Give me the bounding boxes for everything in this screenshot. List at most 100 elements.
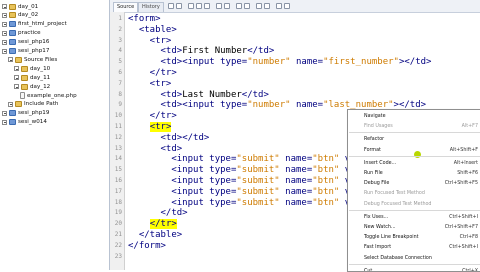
forward-icon[interactable] [176, 3, 182, 9]
code-line: </table> [128, 230, 183, 240]
tree-item[interactable]: sesi_w014 [2, 118, 47, 127]
projects-panel: day_01 day_02 first_html_project practice se… [0, 0, 110, 270]
code-line: <tr> [128, 78, 172, 89]
tree-item[interactable]: example_one.php [20, 91, 77, 100]
tree-item-label: sesi_php19 [18, 110, 50, 117]
menu-item-label: Find Usages [364, 124, 393, 130]
line-number: 19 [114, 209, 122, 217]
context-menu: Navigate Find Usages Alt+F7 Refactor Format A… [347, 109, 480, 272]
expand-toggle-icon[interactable] [2, 30, 7, 36]
expand-toggle-icon[interactable] [2, 110, 7, 116]
line-number: 20 [114, 220, 122, 228]
menu-item-label: Debug Focused Test Method [364, 201, 432, 207]
expand-toggle-icon[interactable] [2, 39, 7, 45]
search-icon[interactable] [188, 3, 194, 9]
expand-toggle-icon[interactable] [2, 48, 7, 54]
tree-item-label: sesi_php17 [18, 48, 50, 54]
line-number: 13 [114, 144, 122, 152]
code-line: </tr> [128, 68, 177, 78]
folder-icon [9, 3, 16, 10]
menu-item[interactable]: Cut Ctrl+X [348, 266, 480, 272]
menu-item[interactable]: Select Database Connection [348, 253, 480, 264]
tree-item-label: example_one.php [27, 92, 77, 99]
menu-item: Debug Focused Test Method [348, 199, 480, 210]
back-icon[interactable] [168, 3, 174, 9]
tree-item[interactable]: day_10 [14, 64, 50, 73]
expand-toggle-icon[interactable] [14, 75, 19, 81]
tree-item[interactable]: first_html_project [2, 20, 67, 29]
tree-item-label: day_02 [18, 12, 39, 19]
project-icon [9, 21, 16, 28]
code-line: <tr> [128, 35, 172, 46]
expand-toggle-icon[interactable] [2, 119, 7, 125]
stop-macro-icon[interactable] [284, 3, 290, 9]
menu-item-shortcut: Alt+Shift+F [449, 147, 478, 153]
folder-icon [21, 65, 28, 72]
code-line: <td> [128, 143, 183, 154]
tree-item[interactable]: sesi_php16 [2, 38, 49, 47]
tree-item[interactable]: day_11 [14, 73, 50, 82]
code-line: </form> [128, 240, 166, 251]
tree-item[interactable]: Source Files [8, 55, 57, 64]
tree-item[interactable]: Include Path [8, 100, 58, 109]
expand-toggle-icon[interactable] [2, 21, 7, 27]
menu-separator [349, 209, 480, 211]
tree-item-label: day_11 [30, 74, 51, 81]
comment-icon[interactable] [256, 3, 262, 9]
editor-toolbar: Source History [110, 0, 480, 13]
line-number: 15 [114, 166, 122, 174]
line-number: 9 [118, 101, 122, 109]
tab-source[interactable]: Source [113, 2, 139, 12]
expand-toggle-icon[interactable] [14, 66, 19, 72]
line-number: 4 [118, 47, 122, 55]
tab-history[interactable]: History [138, 2, 164, 12]
tree-item-label: day_10 [30, 65, 51, 72]
tree-item[interactable]: day_12 [14, 82, 50, 91]
code-line: </tr> [128, 111, 177, 122]
code-line: </td> [128, 208, 188, 219]
tree-item[interactable]: day_01 [2, 2, 38, 11]
expand-toggle-icon[interactable] [8, 101, 13, 107]
code-line: <td>Last Number</td> [128, 89, 269, 100]
menu-item-label: Cut [364, 268, 373, 272]
find-previous-icon[interactable] [196, 3, 202, 9]
toggle-highlight-icon[interactable] [216, 3, 222, 9]
code-line: </tr> [149, 219, 177, 230]
record-macro-icon[interactable] [276, 3, 282, 9]
folder-icon [15, 101, 22, 108]
line-number: 21 [114, 231, 122, 238]
uncomment-icon[interactable] [264, 3, 270, 9]
tree-item-label: sesi_w014 [18, 119, 47, 126]
expand-toggle-icon[interactable] [2, 4, 7, 9]
expand-toggle-icon[interactable] [8, 57, 13, 63]
expand-toggle-icon[interactable] [2, 12, 7, 18]
menu-item: Find Usages Alt+F7 [348, 121, 480, 132]
line-number: 18 [114, 198, 122, 206]
menu-separator [349, 155, 480, 157]
line-number: 14 [114, 155, 122, 163]
tree-item[interactable]: practice [2, 29, 41, 38]
toggle-rectangular-selection-icon[interactable] [224, 3, 230, 9]
tree-item-label: first_html_project [18, 21, 67, 28]
line-number: 5 [118, 58, 122, 66]
line-number: 6 [118, 69, 122, 76]
code-line: <td>First Number</td> [128, 46, 275, 57]
menu-item-label: Format [364, 147, 381, 153]
tree-item-label: sesi_php16 [18, 39, 50, 46]
find-next-icon[interactable] [204, 3, 210, 9]
tree-item[interactable]: sesi_php19 [2, 109, 49, 118]
tree-item[interactable]: day_02 [2, 11, 38, 20]
menu-item-shortcut: Alt+F7 [461, 124, 478, 130]
project-icon [9, 48, 16, 54]
shift-left-icon[interactable] [236, 3, 242, 9]
project-icon [9, 119, 16, 126]
folder-icon [15, 56, 22, 63]
line-number: 22 [114, 241, 122, 249]
menu-item-label: Select Database Connection [364, 255, 432, 261]
line-number: 23 [114, 252, 122, 260]
menu-item[interactable]: Format Alt+Shift+F [348, 145, 480, 156]
expand-toggle-icon[interactable] [14, 84, 19, 90]
code-line: <table> [128, 24, 177, 35]
tree-item[interactable]: sesi_php17 [2, 47, 49, 56]
shift-right-icon[interactable] [244, 3, 250, 9]
